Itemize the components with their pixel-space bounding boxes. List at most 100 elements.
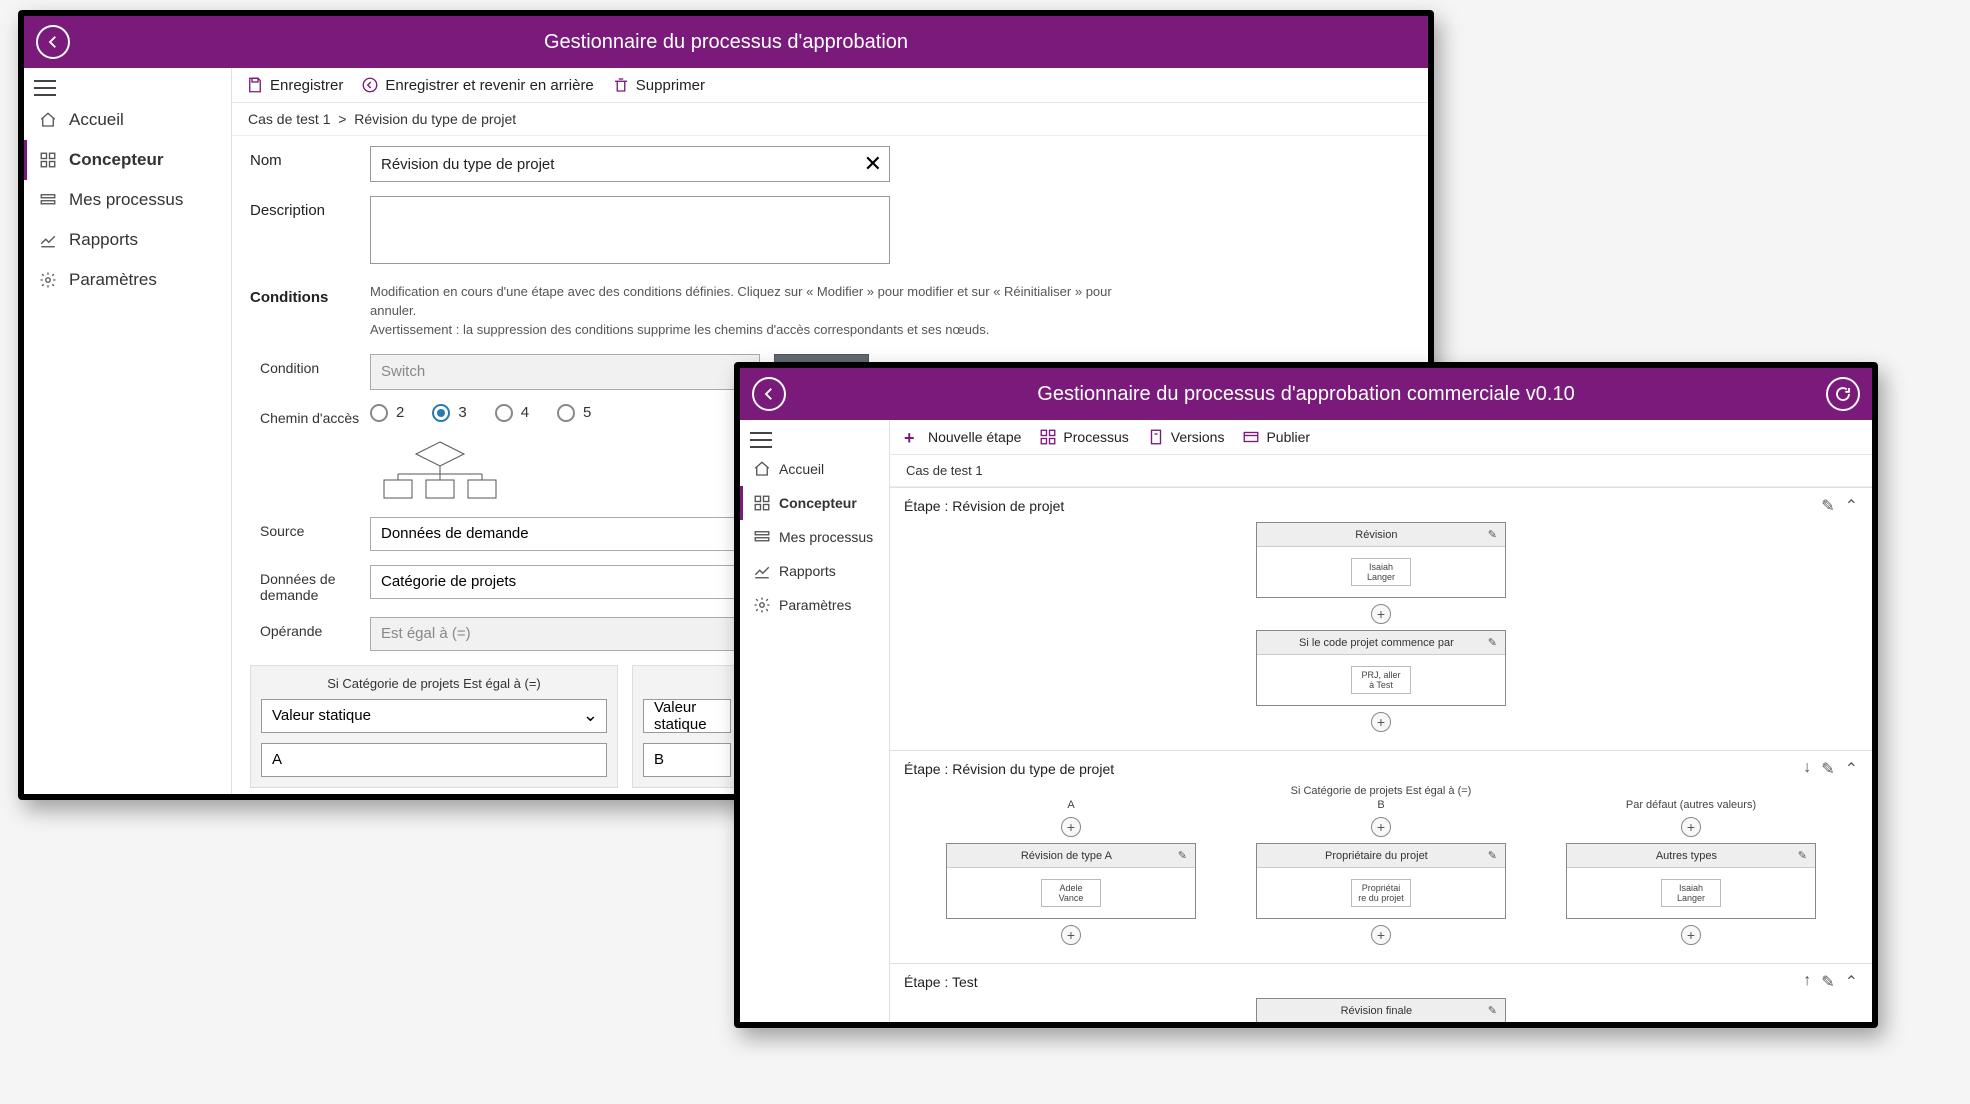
node-card[interactable]: Révision finale✎ Isaiah Langer ⌄ <box>1256 998 1506 1022</box>
sidebar-item-label: Concepteur <box>779 495 857 511</box>
node-card[interactable]: Si le code projet commence par✎ PRJ, all… <box>1256 630 1506 706</box>
value-input[interactable]: B <box>643 743 731 777</box>
add-node-button[interactable]: + <box>1681 817 1701 837</box>
save-back-button[interactable]: Enregistrer et revenir en arrière <box>361 76 593 94</box>
back-icon[interactable] <box>36 25 70 59</box>
back-icon[interactable] <box>752 377 786 411</box>
hamburger-icon[interactable] <box>34 80 56 96</box>
radio-icon <box>557 404 575 422</box>
toolbar: + Nouvelle étape Processus Versions Publ… <box>890 420 1872 455</box>
name-label: Nom <box>250 146 370 169</box>
refresh-icon[interactable] <box>1826 377 1860 411</box>
add-node-button[interactable]: + <box>1061 925 1081 945</box>
sidebar-item-myprocesses[interactable]: Mes processus <box>24 180 231 220</box>
breadcrumb-sep: > <box>338 111 346 127</box>
edit-icon[interactable]: ✎ <box>1821 972 1834 992</box>
publish-button[interactable]: Publier <box>1242 428 1310 446</box>
path-option-2[interactable]: 2 <box>370 404 404 422</box>
versions-button[interactable]: Versions <box>1147 428 1225 446</box>
edit-icon[interactable]: ✎ <box>1488 1004 1497 1017</box>
edit-icon[interactable]: ✎ <box>1488 849 1497 862</box>
toolbar-label: Supprimer <box>636 77 705 94</box>
edit-icon[interactable]: ✎ <box>1488 528 1497 541</box>
collapse-icon[interactable]: ⌃ <box>1845 972 1858 992</box>
sidebar-item-settings[interactable]: Paramètres <box>24 260 231 300</box>
name-input[interactable] <box>370 146 890 182</box>
edit-icon[interactable]: ✎ <box>1821 496 1834 516</box>
collapse-icon[interactable]: ⌃ <box>1845 496 1858 516</box>
breadcrumb-item[interactable]: Cas de test 1 <box>248 111 331 127</box>
path-option-5[interactable]: 5 <box>557 404 591 422</box>
toolbar-label: Nouvelle étape <box>928 429 1021 445</box>
path-option-3[interactable]: 3 <box>432 404 466 422</box>
add-node-button[interactable]: + <box>1371 925 1391 945</box>
toolbar-label: Enregistrer <box>270 77 343 94</box>
value-type-select[interactable]: Valeur statique ⌄ <box>261 699 607 733</box>
delete-button[interactable]: Supprimer <box>612 76 705 94</box>
assignee-chip: Isaiah Langer <box>1661 879 1721 908</box>
card-title: Révision de type A <box>955 850 1178 862</box>
node-card[interactable]: Révision✎ Isaiah Langer <box>1256 522 1506 598</box>
sidebar-item-label: Accueil <box>779 461 824 477</box>
source-label: Source <box>260 517 370 539</box>
window-title: Gestionnaire du processus d'approbation <box>24 31 1428 54</box>
description-input[interactable] <box>370 196 890 264</box>
branch-label: B <box>1377 799 1384 811</box>
save-button[interactable]: Enregistrer <box>246 76 343 94</box>
save-icon <box>246 76 264 94</box>
add-node-button[interactable]: + <box>1371 604 1391 624</box>
add-node-button[interactable]: + <box>1061 817 1081 837</box>
add-node-button[interactable]: + <box>1681 925 1701 945</box>
window-designer: Gestionnaire du processus d'approbation … <box>734 362 1878 1028</box>
assignee-chip: Propriétai re du projet <box>1351 879 1411 908</box>
window-title: Gestionnaire du processus d'approbation … <box>740 383 1872 406</box>
move-down-icon[interactable]: ↓ <box>1803 759 1811 779</box>
stage-test: Étape : Test ↑ ✎ ⌃ Révision finale✎ <box>890 963 1872 1022</box>
hamburger-icon[interactable] <box>750 432 772 448</box>
node-card[interactable]: Révision de type A✎ Adele Vance <box>946 843 1196 919</box>
stage-revision-projet: Étape : Révision de projet ✎ ⌃ Révision✎… <box>890 487 1872 750</box>
sidebar-item-concepteur[interactable]: Concepteur <box>740 486 889 520</box>
operand-label: Opérande <box>260 617 370 639</box>
sidebar-item-myprocesses[interactable]: Mes processus <box>740 520 889 554</box>
node-card[interactable]: Propriétaire du projet✎ Propriétai re du… <box>1256 843 1506 919</box>
sidebar-item-label: Rapports <box>779 563 836 579</box>
card-title: Si le code projet commence par <box>1265 637 1488 649</box>
radio-icon <box>432 404 450 422</box>
sidebar-item-reports[interactable]: Rapports <box>740 554 889 588</box>
node-card[interactable]: Autres types✎ Isaiah Langer <box>1566 843 1816 919</box>
new-stage-button[interactable]: + Nouvelle étape <box>904 428 1021 446</box>
path-option-4[interactable]: 4 <box>495 404 529 422</box>
move-up-icon[interactable]: ↑ <box>1803 972 1811 992</box>
breadcrumb: Cas de test 1 > Révision du type de proj… <box>232 103 1428 136</box>
edit-icon[interactable]: ✎ <box>1488 636 1497 649</box>
edit-icon[interactable]: ✎ <box>1821 759 1834 779</box>
value-type-select[interactable]: Valeur statique <box>643 699 731 733</box>
stage-title: Étape : Révision de projet <box>904 498 1064 514</box>
panel-title <box>643 676 731 691</box>
sidebar-item-settings[interactable]: Paramètres <box>740 588 889 622</box>
sidebar-item-home[interactable]: Accueil <box>740 452 889 486</box>
add-node-button[interactable]: + <box>1371 712 1391 732</box>
sidebar-item-label: Rapports <box>69 230 138 250</box>
conditions-label: Conditions <box>250 283 370 306</box>
request-data-label: Données de demande <box>260 565 370 603</box>
breadcrumb-item[interactable]: Cas de test 1 <box>906 463 983 478</box>
value-input[interactable]: A <box>261 743 607 777</box>
clear-icon[interactable]: ✕ <box>864 151 882 177</box>
sidebar-item-home[interactable]: Accueil <box>24 100 231 140</box>
collapse-icon[interactable]: ⌃ <box>1845 759 1858 779</box>
edit-icon[interactable]: ✎ <box>1178 849 1187 862</box>
process-button[interactable]: Processus <box>1039 428 1128 446</box>
switch-condition-title: Si Catégorie de projets Est égal à (=) <box>904 785 1858 797</box>
radio-icon <box>495 404 513 422</box>
list-icon <box>39 191 57 209</box>
edit-icon[interactable]: ✎ <box>1798 849 1807 862</box>
condition-label: Condition <box>260 354 370 376</box>
add-node-button[interactable]: + <box>1371 817 1391 837</box>
sidebar-item-concepteur[interactable]: Concepteur <box>24 140 231 180</box>
radio-icon <box>370 404 388 422</box>
condition-select[interactable]: Switch ⌄ <box>370 354 760 390</box>
toolbar-label: Processus <box>1063 429 1128 445</box>
sidebar-item-reports[interactable]: Rapports <box>24 220 231 260</box>
